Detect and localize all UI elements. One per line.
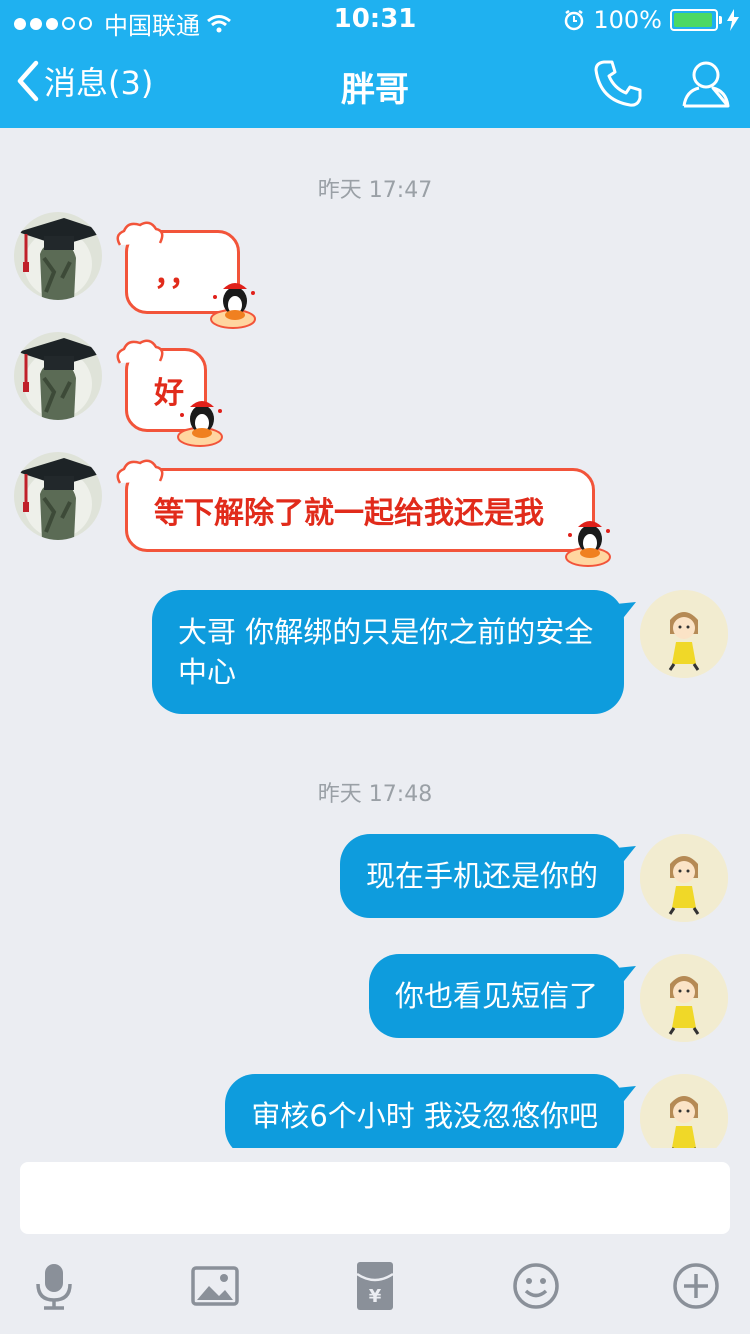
alarm-icon [565, 9, 584, 31]
emoji-icon[interactable] [510, 1260, 562, 1312]
nav-bar: 消息(3) 胖哥 [0, 40, 750, 128]
charging-icon [727, 9, 739, 31]
avatar[interactable] [14, 452, 102, 540]
message-text: 你也看见短信了 [394, 979, 598, 1013]
svg-text:¥: ¥ [369, 1286, 382, 1307]
message-text: 等下解除了就一起给我还是我 [154, 496, 544, 531]
message-text: ，， [154, 258, 199, 293]
message-bubble-me[interactable]: 大哥 你解绑的只是你之前的安全中心 [152, 590, 636, 714]
message-text: 大哥 你解绑的只是你之前的安全中心 [178, 615, 594, 689]
avatar[interactable] [640, 590, 728, 678]
message-text: 现在手机还是你的 [365, 859, 598, 893]
graduation-cap-avatar-icon [14, 212, 102, 300]
plus-icon[interactable] [670, 1260, 722, 1312]
avatar[interactable] [640, 1074, 728, 1148]
timestamp: 昨天 17:48 [317, 782, 433, 807]
bubble-tail [616, 1086, 636, 1106]
top-bar: 中国联通 10:31 100% 消息(3) 胖哥 [0, 0, 750, 128]
message-bubble-friend[interactable]: 好 [116, 339, 223, 447]
battery-percent: 100% [593, 6, 662, 34]
profile-icon[interactable] [680, 58, 732, 110]
penguin-mascot-icon [210, 283, 256, 329]
phone-call-icon[interactable] [592, 58, 644, 110]
message-input[interactable] [20, 1162, 730, 1234]
graduation-cap-avatar-icon [14, 332, 102, 420]
cartoon-kid-avatar-icon [640, 1074, 728, 1148]
message-list[interactable]: 昨天 17:47 ，， 好 等下解除了就一起给我还是我 大哥 你解绑的只是你之前… [0, 128, 750, 1148]
timestamp: 昨天 17:47 [317, 178, 433, 203]
microphone-icon[interactable] [28, 1260, 80, 1312]
cloud-decoration-icon [116, 459, 164, 484]
cartoon-kid-avatar-icon [640, 590, 728, 678]
bubble-tail [616, 602, 636, 622]
input-toolbar: ¥ [0, 1240, 750, 1334]
penguin-mascot-icon [177, 401, 223, 447]
message-bubble-friend[interactable]: ，， [116, 221, 256, 329]
bubble-tail [616, 846, 636, 866]
battery-icon [670, 9, 722, 31]
cloud-decoration-icon [116, 221, 164, 246]
message-bubble-friend[interactable]: 等下解除了就一起给我还是我 [116, 459, 611, 567]
avatar[interactable] [640, 834, 728, 922]
status-bar: 中国联通 10:31 100% [0, 0, 750, 40]
image-icon[interactable] [189, 1260, 241, 1312]
graduation-cap-avatar-icon [14, 452, 102, 540]
cartoon-kid-avatar-icon [640, 954, 728, 1042]
avatar[interactable] [640, 954, 728, 1042]
cloud-decoration-icon [116, 339, 164, 364]
message-bubble-me[interactable]: 你也看见短信了 [368, 954, 636, 1038]
avatar[interactable] [14, 212, 102, 300]
message-text: 审核6个小时 我没忽悠你吧 [251, 1099, 598, 1133]
avatar[interactable] [14, 332, 102, 420]
chat-screen: 中国联通 10:31 100% 消息(3) 胖哥 昨天 17:47 ，， 好 等… [0, 0, 750, 1334]
message-bubble-me[interactable]: 审核6个小时 我没忽悠你吧 [225, 1074, 636, 1148]
message-bubble-me[interactable]: 现在手机还是你的 [339, 834, 636, 918]
red-packet-icon[interactable]: ¥ [349, 1260, 401, 1312]
bubble-tail [616, 966, 636, 986]
penguin-mascot-icon [565, 521, 611, 567]
cartoon-kid-avatar-icon [640, 834, 728, 922]
